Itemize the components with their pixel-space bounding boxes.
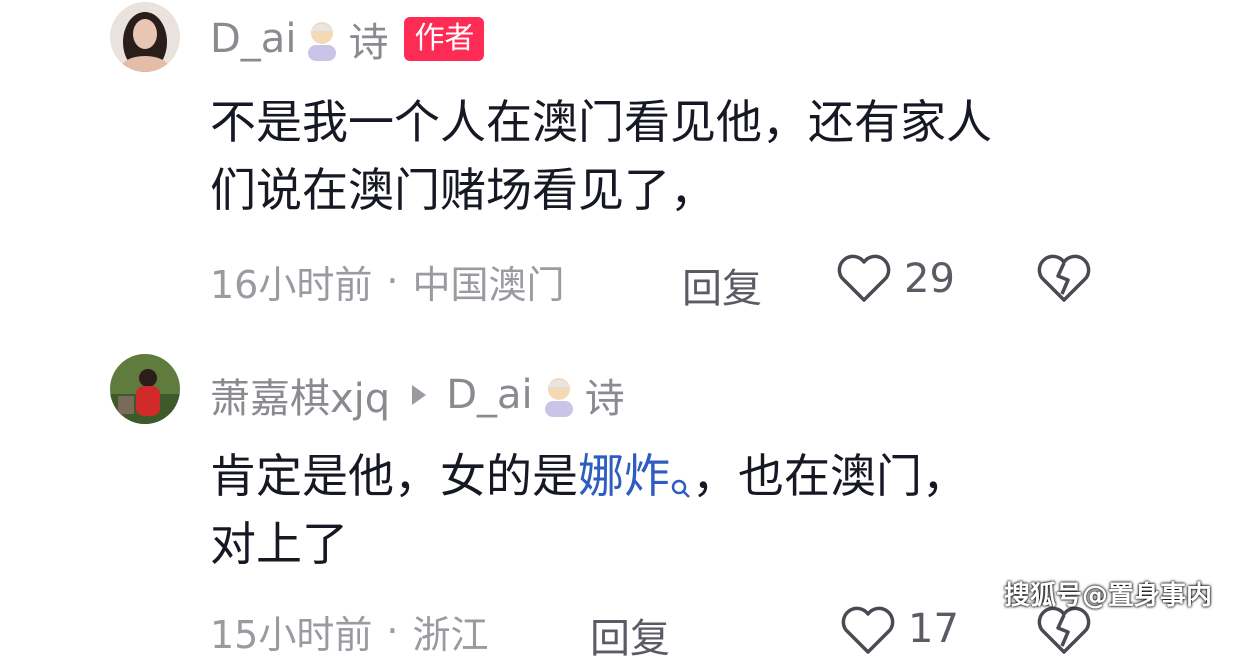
comment-location: 浙江 (412, 612, 489, 657)
comment-time: 15小时前 (210, 612, 373, 657)
author-badge: 作者 (404, 17, 485, 61)
dot-separator: · (386, 259, 399, 303)
comment-meta: 15小时前 · 浙江 (210, 606, 489, 657)
reply-to-username[interactable]: D_ai (446, 372, 532, 418)
text-part: ，也在澳门， (692, 449, 968, 503)
comment-location: 中国澳门 (412, 262, 565, 307)
comment-header: 萧嘉棋xjq D_ai 诗 (210, 368, 625, 422)
avatar[interactable] (110, 354, 180, 424)
elder-emoji-icon (300, 17, 344, 61)
comment-1: D_ai 诗 作者 不是我一个人在澳门看见他，还有家人 们说在澳门赌场看见了， … (0, 0, 1242, 320)
like-heart-icon[interactable] (836, 254, 892, 304)
reply-button[interactable]: 回复 (682, 256, 762, 314)
search-link-text[interactable]: 娜炸 (578, 449, 670, 503)
username[interactable]: 萧嘉棋xjq (210, 366, 390, 424)
like-count: 29 (904, 256, 955, 302)
comment-text: 肯定是他，女的是娜炸 ，也在澳门， 对上了 (210, 442, 1130, 578)
search-link[interactable]: 娜炸 (578, 449, 692, 503)
comment-text-line: 不是我一个人在澳门看见他，还有家人 (210, 95, 992, 149)
reply-to-suffix[interactable]: 诗 (585, 366, 625, 424)
dot-separator: · (386, 609, 399, 653)
avatar[interactable] (110, 2, 180, 72)
dislike-broken-heart-icon[interactable] (1036, 606, 1092, 656)
comment-text-line: 们说在澳门赌场看见了， (210, 163, 716, 217)
like-count: 17 (908, 606, 959, 652)
comment-time: 16小时前 (210, 262, 373, 307)
like-heart-icon[interactable] (840, 606, 896, 656)
reply-arrow-icon (412, 385, 427, 405)
search-icon[interactable] (670, 450, 692, 498)
username[interactable]: D_ai (210, 16, 296, 62)
comment-text-line: 肯定是他，女的是娜炸 ，也在澳门， (210, 442, 1130, 510)
reply-button[interactable]: 回复 (590, 606, 670, 664)
watermark: 搜狐号@置身事内 (1003, 581, 1212, 611)
comment-text-line: 对上了 (210, 517, 348, 571)
comment-meta: 16小时前 · 中国澳门 (210, 256, 565, 307)
username-suffix[interactable]: 诗 (348, 10, 388, 68)
text-part: 肯定是他，女的是 (210, 449, 578, 503)
comment-header: D_ai 诗 作者 (210, 10, 485, 68)
dislike-broken-heart-icon[interactable] (1036, 254, 1092, 304)
comment-text: 不是我一个人在澳门看见他，还有家人 们说在澳门赌场看见了， (210, 88, 1130, 224)
elder-emoji-icon (537, 373, 581, 417)
